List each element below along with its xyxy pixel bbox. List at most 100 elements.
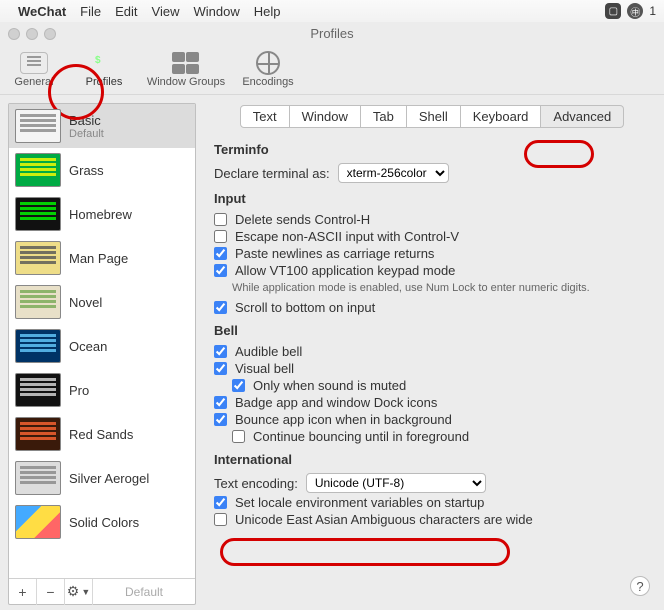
intl-label: Set locale environment variables on star… [235, 495, 484, 510]
tab-shell[interactable]: Shell [407, 105, 461, 128]
input-label: Paste newlines as carriage returns [235, 246, 434, 261]
zoom-icon[interactable] [44, 28, 56, 40]
bell-heading: Bell [214, 323, 650, 338]
profile-name: Silver Aerogel [69, 471, 149, 486]
scroll-to-bottom-checkbox[interactable] [214, 301, 227, 314]
ime-icon[interactable]: ㊥ [627, 3, 643, 19]
bell-checkbox[interactable] [232, 379, 245, 392]
input-option[interactable]: Escape non-ASCII input with Control-V [214, 229, 650, 244]
chevron-down-icon: ▼ [81, 587, 90, 597]
input-checkbox[interactable] [214, 247, 227, 260]
profile-thumb-icon [15, 241, 61, 275]
bell-option[interactable]: Bounce app icon when in background [214, 412, 650, 427]
set-default-button[interactable]: Default [93, 585, 195, 599]
toolbar-profiles-label: Profiles [86, 76, 123, 88]
bell-checkbox[interactable] [214, 345, 227, 358]
input-label: Delete sends Control-H [235, 212, 370, 227]
toolbar-general-label: General [14, 76, 53, 88]
tab-advanced[interactable]: Advanced [541, 105, 624, 128]
profile-row[interactable]: BasicDefault [9, 104, 195, 148]
profile-settings-panel: TextWindowTabShellKeyboardAdvanced Termi… [196, 95, 664, 605]
profile-row[interactable]: Novel [9, 280, 195, 324]
bell-option[interactable]: Continue bouncing until in foreground [232, 429, 650, 444]
profile-name: Man Page [69, 251, 128, 266]
bell-checkbox[interactable] [214, 413, 227, 426]
settings-tabs: TextWindowTabShellKeyboardAdvanced [214, 105, 650, 128]
profile-thumb-icon [15, 285, 61, 319]
remove-profile-button[interactable]: − [37, 579, 65, 605]
bell-label: Visual bell [235, 361, 294, 376]
sidebar-footer: + − ⚙ ▼ Default [9, 578, 195, 604]
text-encoding-select[interactable]: Unicode (UTF-8) [306, 473, 486, 493]
toolbar-window-groups[interactable]: Window Groups [146, 50, 226, 90]
intl-option[interactable]: Unicode East Asian Ambiguous characters … [214, 512, 650, 527]
profile-thumb-icon [15, 329, 61, 363]
input-option[interactable]: Allow VT100 application keypad mode [214, 263, 650, 278]
intl-checkbox[interactable] [214, 513, 227, 526]
status-count: 1 [649, 4, 656, 18]
profile-name: Ocean [69, 339, 107, 354]
profile-name: Homebrew [69, 207, 132, 222]
minimize-icon[interactable] [26, 28, 38, 40]
bell-checkbox[interactable] [214, 396, 227, 409]
international-heading: International [214, 452, 650, 467]
menu-help[interactable]: Help [254, 4, 281, 19]
profile-actions-menu[interactable]: ⚙ ▼ [65, 579, 93, 605]
bell-option[interactable]: Audible bell [214, 344, 650, 359]
text-encoding-label: Text encoding: [214, 476, 298, 491]
profile-name: Basic [69, 113, 104, 128]
bell-checkbox[interactable] [214, 362, 227, 375]
profiles-icon [90, 52, 118, 74]
bell-option[interactable]: Visual bell [214, 361, 650, 376]
gear-icon: ⚙ [67, 583, 80, 600]
intl-checkbox[interactable] [214, 496, 227, 509]
intl-option[interactable]: Set locale environment variables on star… [214, 495, 650, 510]
window-title: Profiles [0, 22, 664, 44]
menu-view[interactable]: View [152, 4, 180, 19]
profile-row[interactable]: Silver Aerogel [9, 456, 195, 500]
menu-edit[interactable]: Edit [115, 4, 137, 19]
input-option[interactable]: Paste newlines as carriage returns [214, 246, 650, 261]
profile-row[interactable]: Pro [9, 368, 195, 412]
input-checkbox[interactable] [214, 264, 227, 277]
profile-name: Solid Colors [69, 515, 139, 530]
profile-row[interactable]: Homebrew [9, 192, 195, 236]
tab-text[interactable]: Text [240, 105, 290, 128]
help-button[interactable]: ? [630, 576, 650, 596]
profile-row[interactable]: Red Sands [9, 412, 195, 456]
window-groups-icon [172, 52, 200, 74]
toolbar-general[interactable]: General [6, 50, 62, 90]
scroll-to-bottom-row[interactable]: Scroll to bottom on input [214, 300, 650, 315]
tab-tab[interactable]: Tab [361, 105, 407, 128]
bell-checkbox[interactable] [232, 430, 245, 443]
toolbar-encodings[interactable]: Encodings [240, 50, 296, 90]
menubar-status[interactable]: ▢ ㊥ 1 [605, 3, 656, 19]
input-heading: Input [214, 191, 650, 206]
window-controls[interactable] [8, 28, 56, 40]
menu-file[interactable]: File [80, 4, 101, 19]
terminfo-heading: Terminfo [214, 142, 650, 157]
profile-row[interactable]: Ocean [9, 324, 195, 368]
close-icon[interactable] [8, 28, 20, 40]
input-label: Allow VT100 application keypad mode [235, 263, 455, 278]
tab-window[interactable]: Window [290, 105, 361, 128]
menubar-app-name[interactable]: WeChat [18, 4, 66, 19]
bell-option[interactable]: Badge app and window Dock icons [214, 395, 650, 410]
toolbar-profiles[interactable]: Profiles [76, 50, 132, 90]
toolbar-encodings-label: Encodings [242, 76, 293, 88]
input-option[interactable]: Delete sends Control-H [214, 212, 650, 227]
globe-icon [254, 52, 282, 74]
profiles-list[interactable]: BasicDefaultGrass Homebrew Man Page Novel Oc… [9, 104, 195, 578]
add-profile-button[interactable]: + [9, 579, 37, 605]
input-checkbox[interactable] [214, 213, 227, 226]
profile-row[interactable]: Grass [9, 148, 195, 192]
tab-keyboard[interactable]: Keyboard [461, 105, 542, 128]
declare-terminal-select[interactable]: xterm-256color [338, 163, 449, 183]
bell-option[interactable]: Only when sound is muted [232, 378, 650, 393]
input-checkbox[interactable] [214, 230, 227, 243]
profile-row[interactable]: Man Page [9, 236, 195, 280]
screencap-icon[interactable]: ▢ [605, 3, 621, 19]
profile-row[interactable]: Solid Colors [9, 500, 195, 544]
intl-label: Unicode East Asian Ambiguous characters … [235, 512, 533, 527]
menu-window[interactable]: Window [193, 4, 239, 19]
